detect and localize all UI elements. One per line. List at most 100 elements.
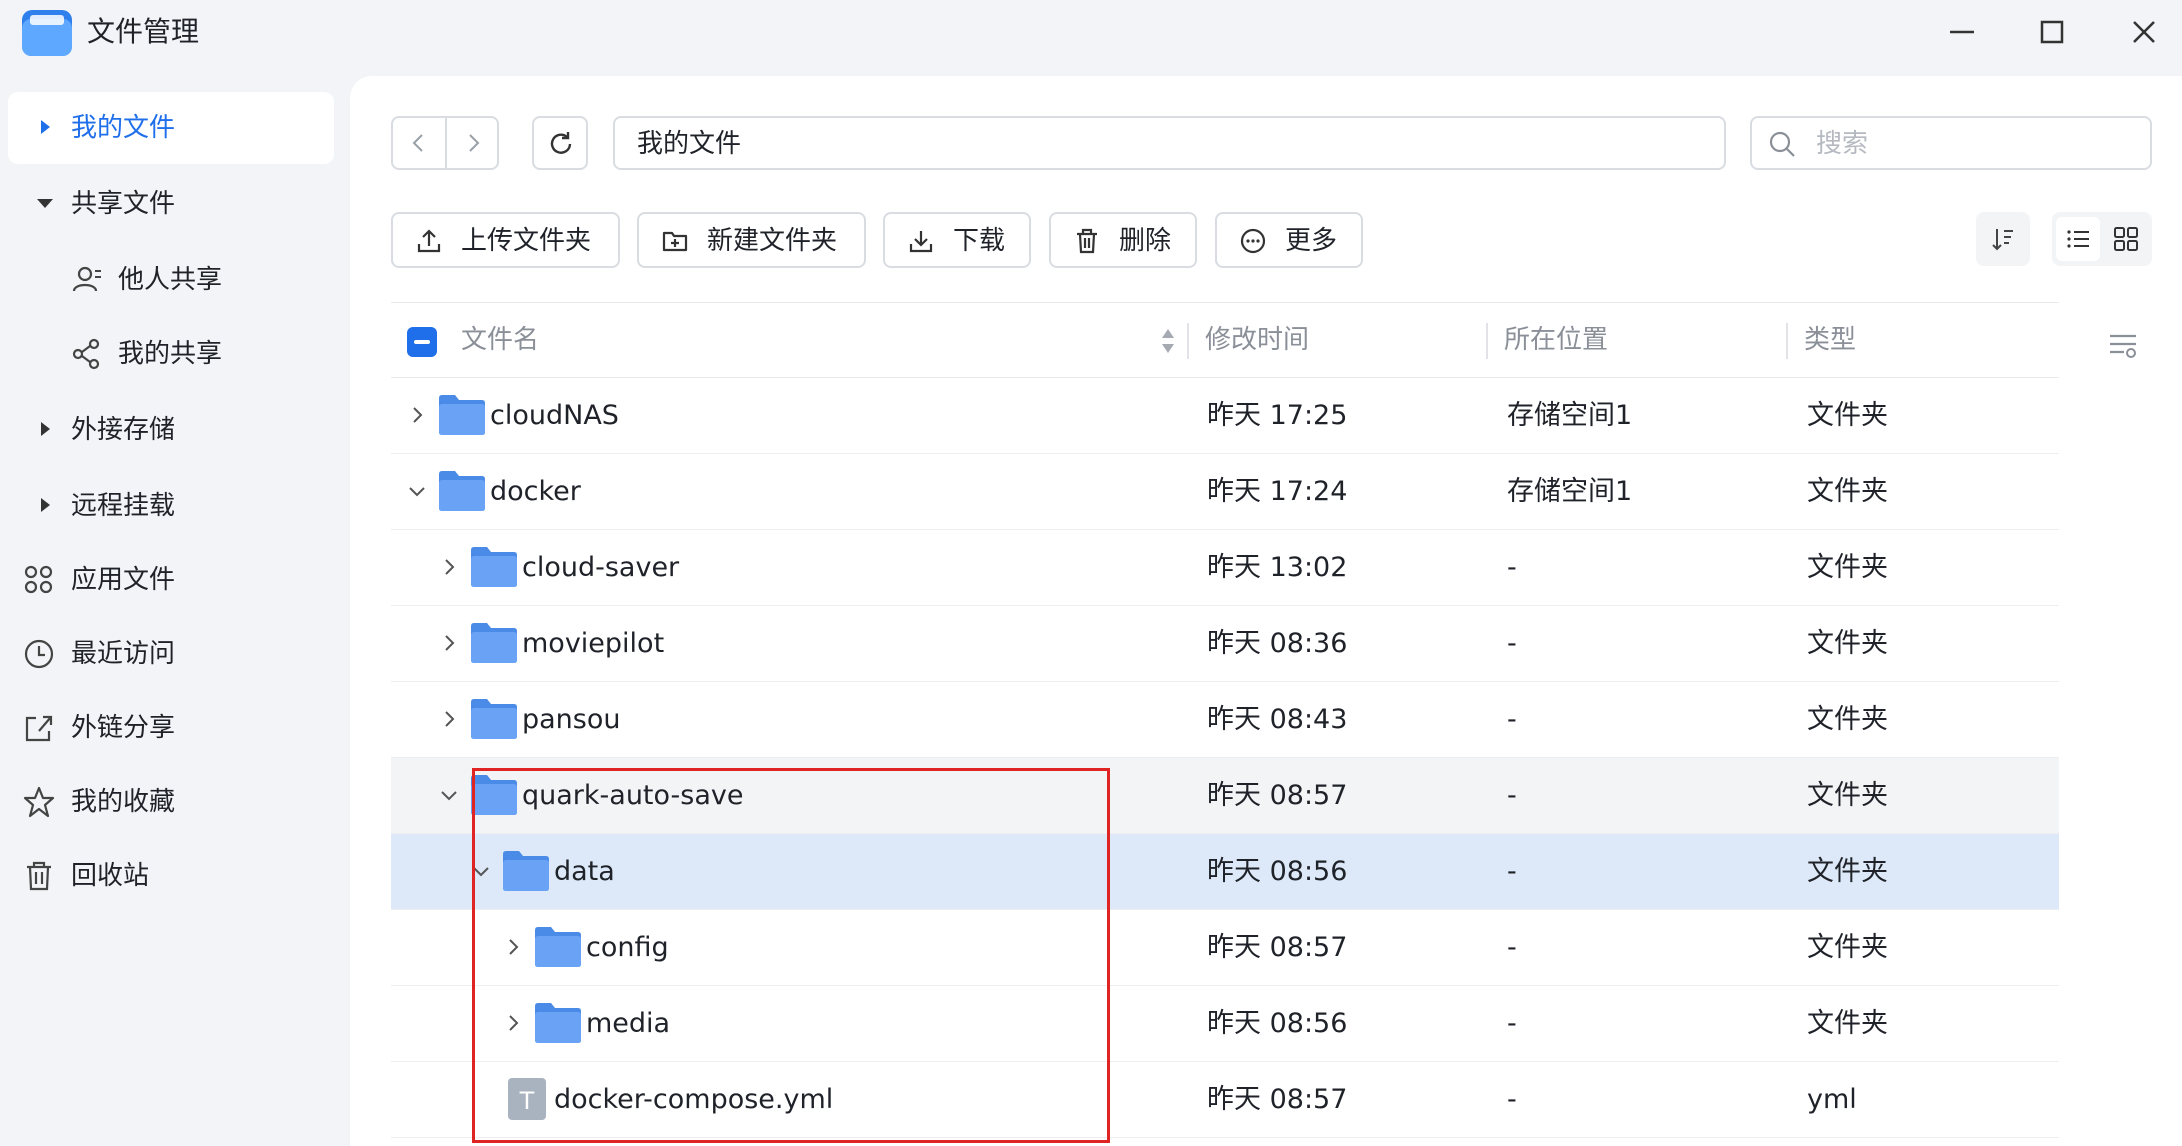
- maximize-icon: [2040, 20, 2064, 44]
- column-divider[interactable]: [1786, 323, 1788, 359]
- file-location: 存储空间1: [1507, 476, 1633, 507]
- title-bar: 文件管理: [0, 0, 2182, 64]
- modified-time: 昨天 08:43: [1207, 704, 1348, 735]
- refresh-icon: [550, 132, 572, 154]
- delete-label: 删除: [1119, 226, 1172, 256]
- file-type: yml: [1807, 1084, 1857, 1115]
- file-name: config: [586, 932, 669, 963]
- chevron-down-icon[interactable]: [437, 783, 461, 807]
- table-row[interactable]: media 昨天 08:56 - 文件夹: [391, 986, 2059, 1062]
- refresh-button[interactable]: [532, 116, 588, 170]
- table-row[interactable]: cloudNAS 昨天 17:25 存储空间1 文件夹: [391, 378, 2059, 454]
- modified-time: 昨天 13:02: [1207, 552, 1348, 583]
- sidebar-item-recent[interactable]: 最近访问: [8, 618, 334, 690]
- close-button[interactable]: [2124, 12, 2164, 52]
- file-manager-app-icon: [22, 10, 72, 56]
- sidebar-item-label: 外链分享: [71, 713, 176, 743]
- sidebar-item-label: 回收站: [71, 861, 150, 891]
- modified-time: 昨天 08:56: [1207, 856, 1348, 887]
- more-button[interactable]: 更多: [1215, 212, 1363, 268]
- column-header-name[interactable]: 文件名: [461, 322, 539, 358]
- sidebar-item-shared-with-me[interactable]: 他人共享: [8, 244, 334, 316]
- file-type: 文件夹: [1807, 552, 1888, 583]
- table-row[interactable]: Tdocker-compose.yml 昨天 08:57 - yml: [391, 1062, 2059, 1138]
- folder-icon: [471, 623, 517, 663]
- download-button[interactable]: 下载: [883, 212, 1031, 268]
- chevron-left-icon: [412, 134, 423, 152]
- new-folder-icon: [662, 231, 688, 252]
- chevron-right-icon[interactable]: [437, 631, 461, 655]
- sidebar-item-favorites[interactable]: 我的收藏: [8, 766, 334, 838]
- search-input[interactable]: [1814, 126, 2138, 162]
- apps-icon: [24, 565, 53, 594]
- table-row[interactable]: quark-auto-save 昨天 08:57 - 文件夹: [391, 758, 2059, 834]
- file-type: 文件夹: [1807, 400, 1888, 431]
- sidebar-item-recycle-bin[interactable]: 回收站: [8, 840, 334, 912]
- sidebar-item-remote-mount[interactable]: 远程挂载: [8, 470, 334, 542]
- path-field[interactable]: 我的文件: [613, 116, 1726, 170]
- clock-icon: [24, 639, 54, 669]
- minimize-icon: [1950, 30, 1974, 34]
- forward-button[interactable]: [447, 118, 499, 168]
- chevron-right-icon: [469, 134, 480, 152]
- star-icon: [23, 786, 55, 818]
- search-box: [1750, 116, 2152, 170]
- share-icon: [72, 338, 100, 370]
- modified-time: 昨天 08:57: [1207, 780, 1348, 811]
- table-row[interactable]: data 昨天 08:56 - 文件夹: [391, 834, 2059, 910]
- chevron-right-icon[interactable]: [501, 1011, 525, 1035]
- sidebar-item-app-files[interactable]: 应用文件: [8, 544, 334, 616]
- upload-folder-button[interactable]: 上传文件夹: [391, 212, 620, 268]
- new-folder-label: 新建文件夹: [707, 226, 838, 256]
- sidebar-item-label: 他人共享: [118, 265, 223, 295]
- sidebar-item-my-shares[interactable]: 我的共享: [8, 318, 334, 390]
- chevron-right-icon[interactable]: [501, 935, 525, 959]
- list-view-button[interactable]: [2056, 217, 2100, 261]
- file-type: 文件夹: [1807, 1008, 1888, 1039]
- sidebar-item-label: 最近访问: [71, 639, 176, 669]
- sidebar-item-my-files[interactable]: 我的文件: [8, 92, 334, 164]
- back-button[interactable]: [393, 118, 445, 168]
- folder-icon: [535, 1003, 581, 1043]
- modified-time: 昨天 08:57: [1207, 932, 1348, 963]
- chevron-right-icon[interactable]: [437, 707, 461, 731]
- chevron-down-icon[interactable]: [469, 859, 493, 883]
- select-all-checkbox[interactable]: [407, 327, 437, 357]
- svg-text:T: T: [519, 1087, 535, 1115]
- column-settings-icon[interactable]: [2106, 328, 2140, 362]
- table-row[interactable]: config 昨天 08:57 - 文件夹: [391, 910, 2059, 986]
- column-header-modified[interactable]: 修改时间: [1205, 322, 1309, 358]
- file-location: -: [1507, 704, 1517, 735]
- file-name: docker: [490, 476, 581, 507]
- sidebar-item-shared-files[interactable]: 共享文件: [8, 168, 334, 240]
- maximize-button[interactable]: [2032, 12, 2072, 52]
- table-row[interactable]: pansou 昨天 08:43 - 文件夹: [391, 682, 2059, 758]
- chevron-right-icon[interactable]: [405, 403, 429, 427]
- folder-icon: [439, 395, 485, 435]
- text-file-icon: T: [508, 1078, 546, 1120]
- sidebar-item-external-storage[interactable]: 外接存储: [8, 394, 334, 466]
- caret-right-icon: [41, 498, 50, 512]
- sort-arrows-icon[interactable]: [1160, 323, 1176, 359]
- column-divider[interactable]: [1486, 323, 1488, 359]
- trash-icon: [27, 861, 51, 891]
- grid-view-button[interactable]: [2104, 217, 2148, 261]
- more-label: 更多: [1285, 226, 1338, 256]
- delete-button[interactable]: 删除: [1049, 212, 1197, 268]
- sidebar-item-link-share[interactable]: 外链分享: [8, 692, 334, 764]
- new-folder-button[interactable]: 新建文件夹: [637, 212, 866, 268]
- sort-button[interactable]: [1976, 212, 2030, 266]
- table-row[interactable]: moviepilot 昨天 08:36 - 文件夹: [391, 606, 2059, 682]
- chevron-down-icon[interactable]: [405, 479, 429, 503]
- column-divider[interactable]: [1187, 323, 1189, 359]
- minimize-button[interactable]: [1942, 12, 1982, 52]
- file-location: 存储空间1: [1507, 400, 1633, 431]
- table-row[interactable]: cloud-saver 昨天 13:02 - 文件夹: [391, 530, 2059, 606]
- grid-view-icon: [2114, 227, 2138, 251]
- sidebar-item-label: 外接存储: [71, 415, 176, 445]
- chevron-right-icon[interactable]: [437, 555, 461, 579]
- table-row[interactable]: docker 昨天 17:24 存储空间1 文件夹: [391, 454, 2059, 530]
- column-header-type[interactable]: 类型: [1804, 322, 1856, 358]
- caret-right-icon: [41, 120, 50, 134]
- column-header-location[interactable]: 所在位置: [1504, 322, 1608, 358]
